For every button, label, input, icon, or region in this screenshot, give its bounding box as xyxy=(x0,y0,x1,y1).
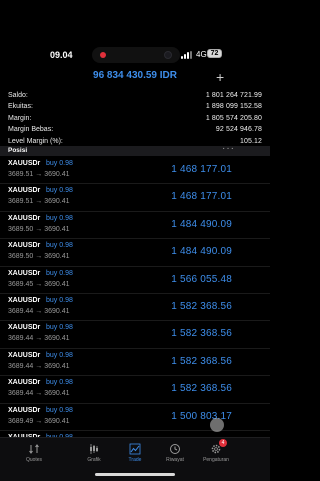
position-profit: 1 582 368.56 xyxy=(171,383,232,395)
position-symbol: XAUUSDr xyxy=(8,324,41,332)
network-type: 4G xyxy=(196,50,207,59)
position-row[interactable]: XAUUSDr buy 0.98 3689.51 → 3690.41 1 468 17… xyxy=(0,184,270,212)
nav-label: Trade xyxy=(128,457,142,463)
nav-item-chart[interactable]: Grafik xyxy=(74,443,114,463)
position-row[interactable]: XAUUSDr buy 0.98 3689.50 → 3690.41 1 484 49… xyxy=(0,239,270,267)
position-profit: 1 468 177.01 xyxy=(171,191,232,203)
position-prices: 3689.44 → 3690.41 xyxy=(8,335,70,343)
summary-row-free-margin: Margin Bebas: 92 524 946.78 xyxy=(8,124,262,135)
battery-level: 72 xyxy=(210,50,219,57)
home-indicator xyxy=(95,473,175,476)
position-side: buy 0.98 xyxy=(46,269,73,277)
position-profit: 1 468 177.01 xyxy=(171,164,232,175)
summary-value: 1 898 099 152.58 xyxy=(205,103,262,111)
camera-icon xyxy=(164,51,172,59)
nav-item-quotes[interactable]: Quotes xyxy=(14,443,54,463)
position-row[interactable]: XAUUSDr buy 0.98 3689.45 → 3690.41 1 566 05… xyxy=(0,267,270,294)
nav-label: Pengaturan xyxy=(203,457,229,463)
position-prices: 3689.44 → 3690.41 xyxy=(8,362,70,370)
summary-label: Margin: xyxy=(8,114,32,122)
position-symbol: XAUUSDr xyxy=(8,214,41,222)
position-prices: 3689.51 → 3690.41 xyxy=(8,171,70,178)
summary-row-equity: Ekuitas: 1 898 099 152.58 xyxy=(8,101,262,112)
nav-label: Riwayat xyxy=(166,457,184,463)
status-bar: 09.04 4G 72 xyxy=(0,47,270,64)
position-side: buy 0.98 xyxy=(46,406,73,414)
summary-row-margin: Margin: 1 805 574 205.80 xyxy=(8,113,262,124)
positions-section-header: Posisi ··· xyxy=(0,143,270,156)
account-summary: Saldo: 1 801 264 721.99 Ekuitas: 1 898 0… xyxy=(8,90,262,147)
balance-title: 96 834 430.59 IDR xyxy=(93,70,177,81)
nav-item-history[interactable]: Riwayat xyxy=(155,443,195,463)
nav-label: Quotes xyxy=(25,457,43,463)
position-symbol: XAUUSDr xyxy=(8,296,41,304)
summary-value: 1 801 264 721.99 xyxy=(205,92,262,99)
position-row[interactable]: XAUUSDr buy 0.98 3689.50 → 3690.41 1 484 49… xyxy=(0,212,270,240)
position-symbol: XAUUSDr xyxy=(8,187,41,195)
position-row[interactable]: XAUUSDr buy 0.98 3689.51 → 3690.41 1 468 17… xyxy=(0,157,270,185)
position-side: buy 0.98 xyxy=(46,379,73,387)
position-side: buy 0.98 xyxy=(46,296,73,304)
recording-indicator-icon xyxy=(100,52,106,58)
signal-icon xyxy=(181,51,193,59)
summary-value: 92 524 946.78 xyxy=(215,126,262,134)
position-profit: 1 582 368.56 xyxy=(171,355,232,367)
position-prices: 3689.44 → 3690.41 xyxy=(8,307,70,315)
more-options-icon[interactable]: ··· xyxy=(222,143,235,154)
history-icon xyxy=(170,444,180,454)
summary-label: Saldo: xyxy=(8,92,28,99)
position-prices: 3689.49 → 3690.41 xyxy=(8,417,70,425)
plus-icon[interactable]: + xyxy=(216,69,224,85)
position-side: buy 0.98 xyxy=(46,324,73,332)
position-side: buy 0.98 xyxy=(46,187,73,195)
position-side: buy 0.98 xyxy=(46,214,73,222)
position-side: buy 0.98 xyxy=(46,242,73,250)
summary-value: 1 805 574 205.80 xyxy=(205,114,262,122)
position-profit: 1 484 490.09 xyxy=(171,246,232,258)
position-profit: 1 566 055.48 xyxy=(171,273,232,285)
position-profit: 1 484 490.09 xyxy=(171,218,232,230)
summary-label: Margin Bebas: xyxy=(8,126,54,134)
position-row[interactable]: XAUUSDr buy 0.98 3689.44 → 3690.41 1 582 36… xyxy=(0,321,270,349)
chart-icon xyxy=(90,444,98,454)
position-prices: 3689.45 → 3690.41 xyxy=(8,280,70,288)
position-row[interactable]: XAUUSDr buy 0.98 3689.44 → 3690.41 1 582 36… xyxy=(0,349,270,377)
position-prices: 3689.50 → 3690.41 xyxy=(8,253,70,261)
position-symbol: XAUUSDr xyxy=(8,379,41,387)
battery-icon: 72 xyxy=(207,49,222,58)
touch-indicator xyxy=(210,418,224,432)
header: 96 834 430.59 IDR + xyxy=(0,69,270,88)
position-symbol: XAUUSDr xyxy=(8,160,41,167)
quotes-icon xyxy=(29,444,39,454)
dynamic-island xyxy=(92,47,180,63)
position-symbol: XAUUSDr xyxy=(8,351,41,359)
position-prices: 3689.44 → 3690.41 xyxy=(8,390,70,398)
position-symbol: XAUUSDr xyxy=(8,269,41,277)
position-prices: 3689.50 → 3690.41 xyxy=(8,225,70,233)
position-symbol: XAUUSDr xyxy=(8,242,41,250)
summary-row-balance: Saldo: 1 801 264 721.99 xyxy=(8,90,262,101)
nav-item-trade[interactable]: Trade xyxy=(115,443,155,463)
position-symbol: XAUUSDr xyxy=(8,406,41,414)
status-time: 09.04 xyxy=(50,50,73,60)
position-row[interactable]: XAUUSDr buy 0.98 3689.44 → 3690.41 1 582 36… xyxy=(0,376,270,404)
nav-item-settings[interactable]: 4 Pengaturan xyxy=(196,439,236,463)
section-title: Posisi xyxy=(8,147,28,154)
position-profit: 1 582 368.56 xyxy=(171,300,232,312)
position-profit: 1 582 368.56 xyxy=(171,328,232,340)
positions-list: XAUUSDr buy 0.98 3689.51 → 3690.41 1 468 17… xyxy=(0,157,270,459)
summary-label: Ekuitas: xyxy=(8,103,33,111)
position-prices: 3689.51 → 3690.41 xyxy=(8,198,70,206)
position-profit: 1 500 803.17 xyxy=(171,410,232,422)
trade-icon xyxy=(129,443,141,455)
position-row[interactable]: XAUUSDr buy 0.98 3689.44 → 3690.41 1 582 36… xyxy=(0,294,270,322)
settings-badge: 4 xyxy=(219,439,227,447)
position-row[interactable]: XAUUSDr buy 0.98 3689.49 → 3690.41 1 500 80… xyxy=(0,404,270,431)
position-side: buy 0.98 xyxy=(46,160,73,167)
nav-label: Grafik xyxy=(87,457,101,463)
position-side: buy 0.98 xyxy=(46,351,73,359)
